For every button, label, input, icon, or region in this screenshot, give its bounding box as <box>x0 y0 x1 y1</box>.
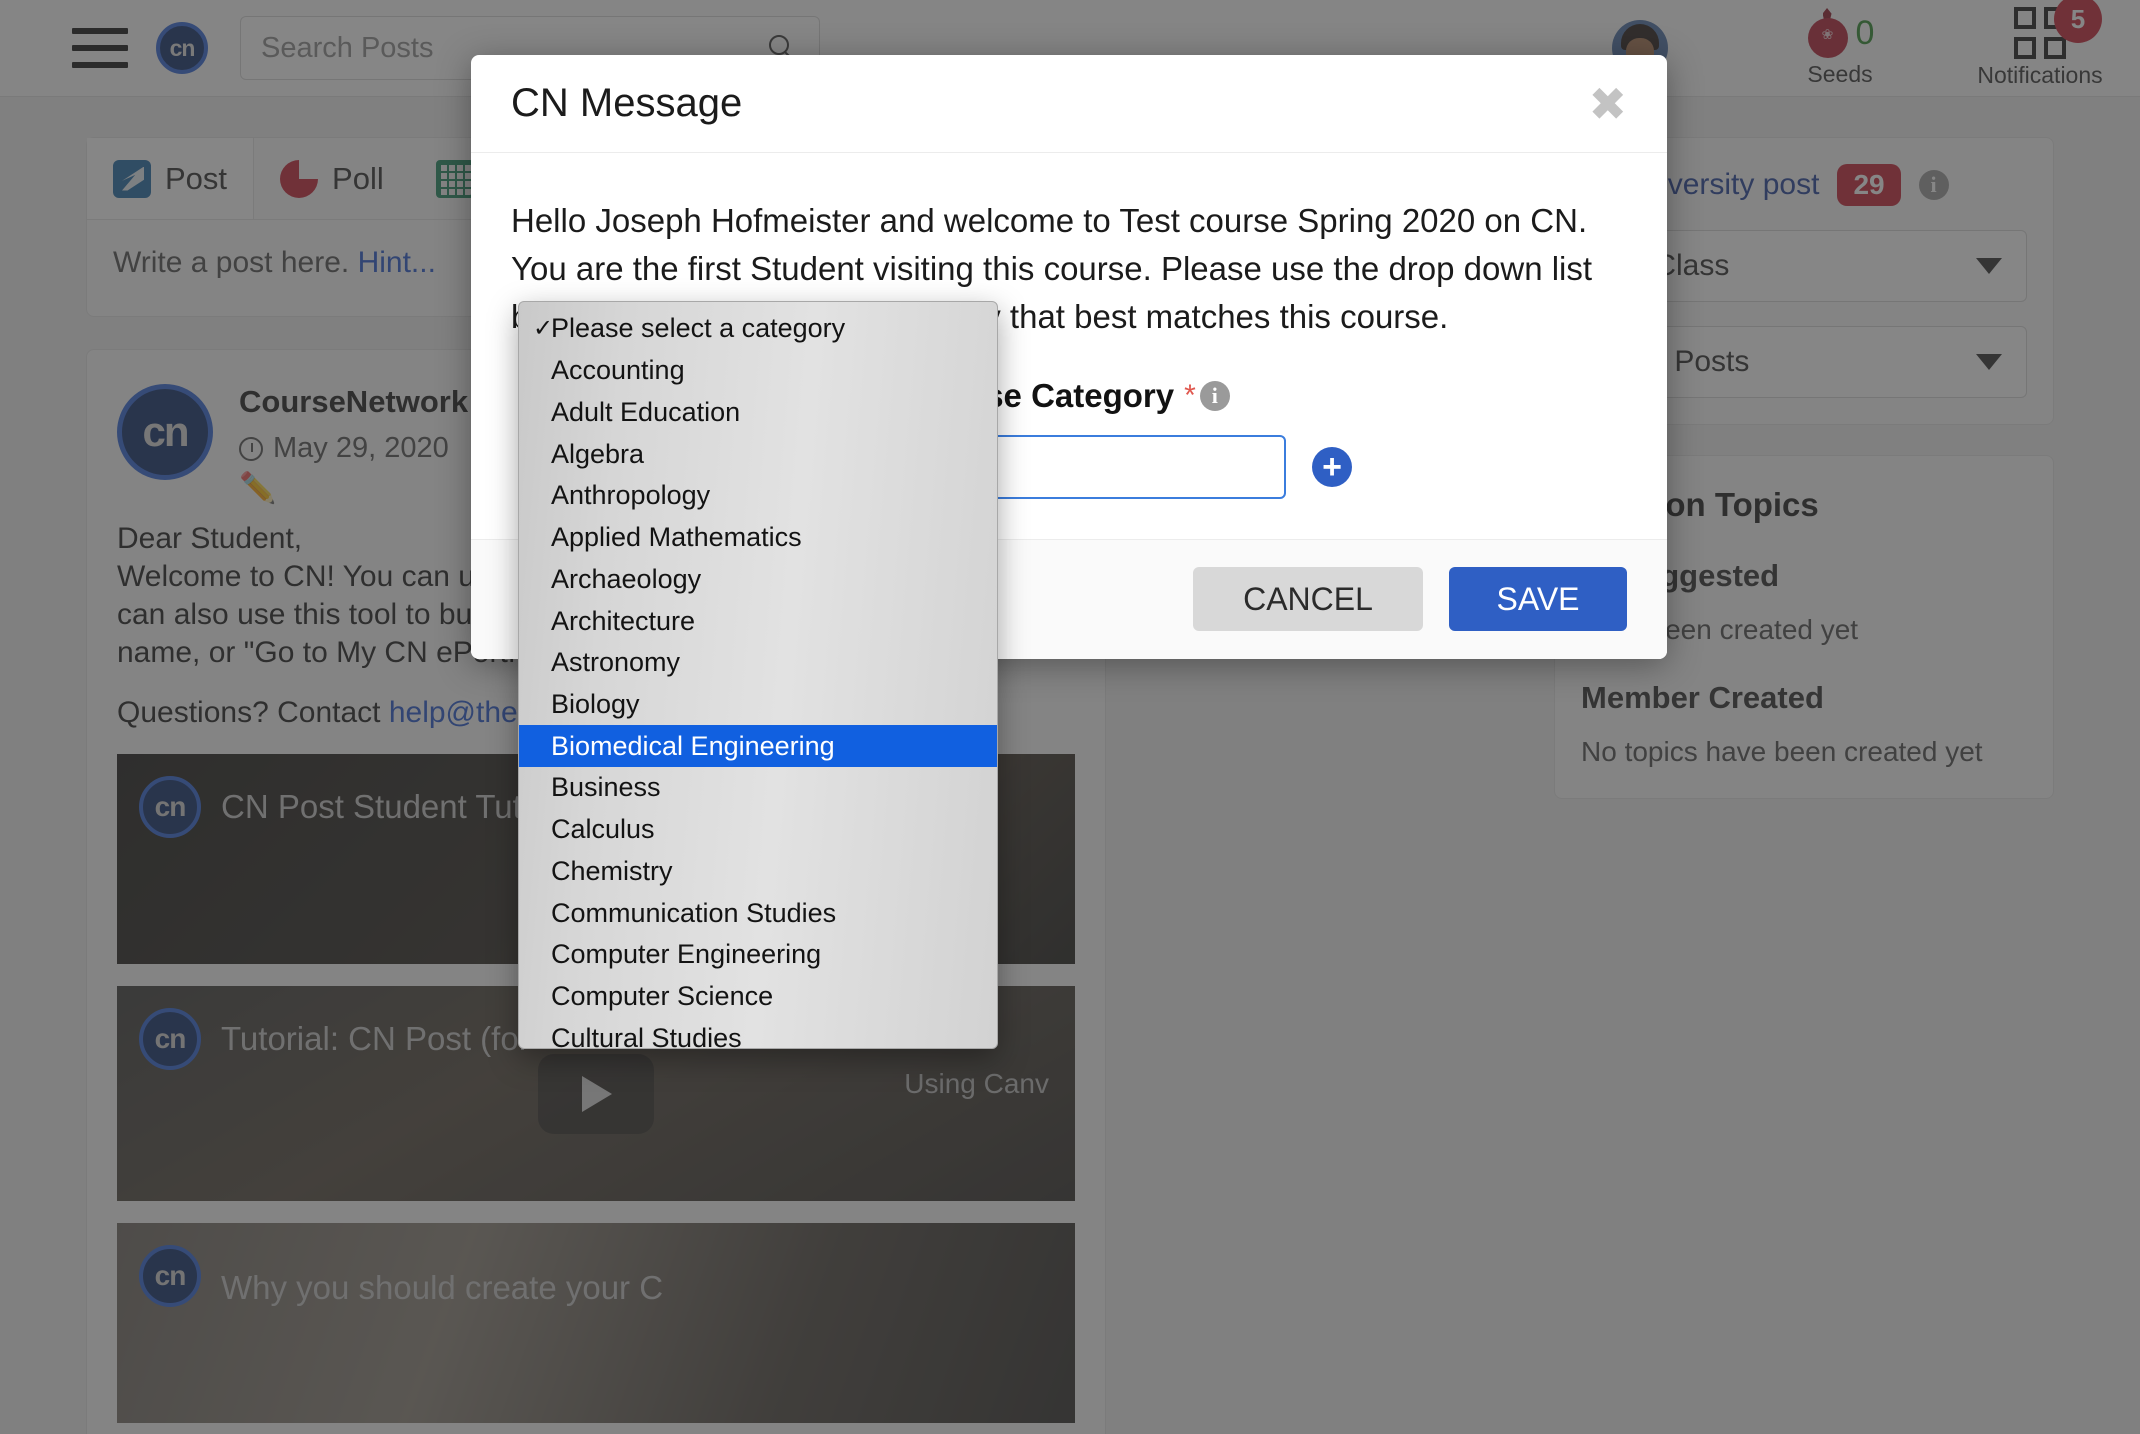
course-category-dropdown-list[interactable]: ✓ Please select a category Accounting Adult… <box>518 301 998 1049</box>
modal-header: CN Message ✖ <box>471 55 1667 153</box>
dropdown-option-label: Biology <box>551 688 640 719</box>
dropdown-option-label: Chemistry <box>551 855 673 886</box>
dropdown-option[interactable]: Computer Engineering <box>519 934 997 976</box>
cancel-button[interactable]: CANCEL <box>1193 567 1423 632</box>
dropdown-option-label: Accounting <box>551 355 685 386</box>
dropdown-option-label: Cultural Studies <box>551 1022 742 1049</box>
dropdown-option[interactable]: Chemistry <box>519 851 997 893</box>
dropdown-option-label: Adult Education <box>551 396 741 427</box>
dropdown-option-label: Computer Engineering <box>551 939 822 970</box>
dropdown-option[interactable]: Archaeology <box>519 558 997 600</box>
add-category-button[interactable]: + <box>1312 446 1352 487</box>
dropdown-option[interactable]: Algebra <box>519 433 997 475</box>
dropdown-option[interactable]: Cultural Studies <box>519 1017 997 1049</box>
dropdown-option-label: Biomedical Engineering <box>551 730 835 761</box>
close-icon[interactable]: ✖ <box>1588 81 1627 127</box>
save-button[interactable]: SAVE <box>1449 567 1627 632</box>
dropdown-option-label: Archaeology <box>551 563 702 594</box>
dropdown-options: ✓ Please select a category Accounting Adult… <box>519 308 997 1049</box>
check-icon: ✓ <box>533 315 554 343</box>
dropdown-option[interactable]: Calculus <box>519 809 997 851</box>
dropdown-option[interactable]: Biomedical Engineering <box>519 725 997 768</box>
dropdown-option-label: Communication Studies <box>551 897 837 928</box>
dropdown-option[interactable]: Astronomy <box>519 642 997 684</box>
dropdown-option[interactable]: Accounting <box>519 350 997 392</box>
dropdown-option-label: Anthropology <box>551 480 711 511</box>
required-asterisk: * <box>1184 378 1196 412</box>
info-icon[interactable]: i <box>1199 380 1230 411</box>
modal-title: CN Message <box>511 81 743 125</box>
dropdown-option[interactable]: Communication Studies <box>519 892 997 934</box>
dropdown-option-label: Algebra <box>551 438 645 469</box>
dropdown-option[interactable]: Biology <box>519 684 997 726</box>
dropdown-option-label: Business <box>551 772 661 803</box>
dropdown-option[interactable]: Architecture <box>519 600 997 642</box>
dropdown-option[interactable]: Adult Education <box>519 391 997 433</box>
dropdown-option-label: Computer Science <box>551 981 774 1012</box>
dropdown-option-label: Please select a category <box>551 313 846 344</box>
dropdown-option[interactable]: Anthropology <box>519 475 997 517</box>
dropdown-option-label: Calculus <box>551 814 655 845</box>
dropdown-option[interactable]: Business <box>519 767 997 809</box>
screen: cn Search Posts ❀ <box>0 0 2140 1434</box>
dropdown-option-label: Astronomy <box>551 647 681 678</box>
dropdown-option[interactable]: ✓ Please select a category <box>519 308 997 350</box>
dropdown-option[interactable]: Applied Mathematics <box>519 517 997 559</box>
dropdown-option-label: Applied Mathematics <box>551 522 802 553</box>
dropdown-option[interactable]: Computer Science <box>519 976 997 1018</box>
dropdown-option-label: Architecture <box>551 605 696 636</box>
